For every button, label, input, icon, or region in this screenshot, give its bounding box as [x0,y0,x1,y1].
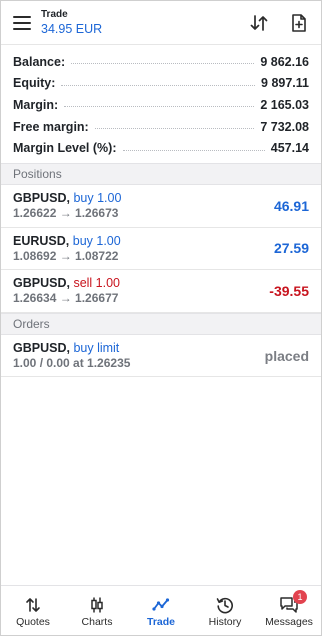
position-title: EURUSD, buy 1.00 [13,233,121,249]
dotted-leader [61,84,256,86]
balance-subtitle: 34.95 EUR [41,22,103,36]
summary-label: Margin Level (%): [13,141,117,156]
summary-value: 2 165.03 [260,97,309,112]
nav-messages[interactable]: 1 Messages [257,586,321,635]
position-profit: 46.91 [273,197,309,214]
position-title: GBPUSD, sell 1.00 [13,275,120,291]
position-profit: -39.55 [269,282,309,299]
position-info: EURUSD, buy 1.00 1.08692 → 1.08722 [13,233,121,264]
sort-button[interactable] [247,11,271,35]
position-symbol: EURUSD, [13,233,70,248]
position-profit: 27.59 [273,240,309,257]
dotted-leader [122,149,265,151]
app-header: Trade 34.95 EUR [1,1,321,45]
position-symbol: GBPUSD, [13,191,70,206]
order-details: 1.00 / 0.00 at 1.26235 [13,356,131,371]
order-status: placed [264,347,309,364]
nav-charts-label: Charts [81,615,113,628]
summary-value: 9 897.11 [261,76,309,91]
order-symbol: GBPUSD, [13,341,70,356]
position-row[interactable]: EURUSD, buy 1.00 1.08692 → 1.08722 27.59 [1,228,321,271]
nav-quotes-label: Quotes [16,615,50,628]
position-row[interactable]: GBPUSD, buy 1.00 1.26622 → 1.26673 46.91 [1,185,321,228]
position-info: GBPUSD, sell 1.00 1.26634 → 1.26677 [13,275,120,306]
order-title: GBPUSD, buy limit [13,340,130,356]
position-side: sell 1.00 [73,276,120,291]
position-side: buy 1.00 [72,233,121,248]
summary-row-balance: Balance: 9 862.16 [13,51,309,73]
position-symbol: GBPUSD, [13,276,70,291]
order-side: buy limit [73,341,120,356]
header-title-block: Trade 34.95 EUR [41,8,231,37]
summary-row-margin-level: Margin Level (%): 457.14 [13,137,309,159]
position-prices: 1.26622 → 1.26673 [13,206,119,221]
bottom-navigation: Quotes Charts Trade History 1 Messages [1,585,321,635]
summary-value: 7 732.08 [260,119,309,134]
summary-label: Free margin: [13,119,89,134]
nav-quotes[interactable]: Quotes [1,586,65,635]
positions-section-header: Positions [1,162,321,185]
page-title: Trade [41,9,68,20]
summary-row-equity: Equity: 9 897.11 [13,73,309,95]
nav-messages-label: Messages [265,615,313,628]
position-title: GBPUSD, buy 1.00 [13,190,121,206]
position-row[interactable]: GBPUSD, sell 1.00 1.26634 → 1.26677 -39.… [1,270,321,313]
orders-section-header: Orders [1,312,321,335]
hamburger-icon[interactable] [13,15,31,30]
trade-line-icon [152,597,170,611]
summary-value: 9 862.16 [260,54,309,69]
order-info: GBPUSD, buy limit 1.00 / 0.00 at 1.26235 [13,340,130,371]
nav-trade[interactable]: Trade [129,586,193,635]
position-info: GBPUSD, buy 1.00 1.26622 → 1.26673 [13,190,121,221]
dotted-leader [71,63,255,65]
candlestick-icon [91,597,103,612]
account-summary: Balance: 9 862.16 Equity: 9 897.11 Margi… [1,45,321,163]
nav-history-label: History [208,615,242,628]
summary-row-margin: Margin: 2 165.03 [13,94,309,116]
messages-badge: 1 [293,589,307,604]
summary-label: Balance: [13,54,66,69]
dotted-leader [94,128,255,130]
history-clock-icon [216,597,233,613]
position-side: buy 1.00 [73,191,122,206]
summary-row-free-margin: Free margin: 7 732.08 [13,116,309,138]
nav-history[interactable]: History [193,586,257,635]
summary-label: Margin: [13,97,59,112]
position-prices: 1.08692 → 1.08722 [13,248,119,263]
sort-arrows-icon [250,14,268,31]
nav-trade-label: Trade [146,615,175,628]
new-order-button[interactable] [287,11,311,35]
dotted-leader [64,106,255,108]
summary-value: 457.14 [270,141,309,156]
new-document-icon [292,13,306,32]
position-prices: 1.26634 → 1.26677 [13,291,119,306]
quotes-arrows-icon [26,597,40,612]
summary-label: Equity: [13,76,56,91]
nav-charts[interactable]: Charts [65,586,129,635]
order-row[interactable]: GBPUSD, buy limit 1.00 / 0.00 at 1.26235… [1,335,321,378]
